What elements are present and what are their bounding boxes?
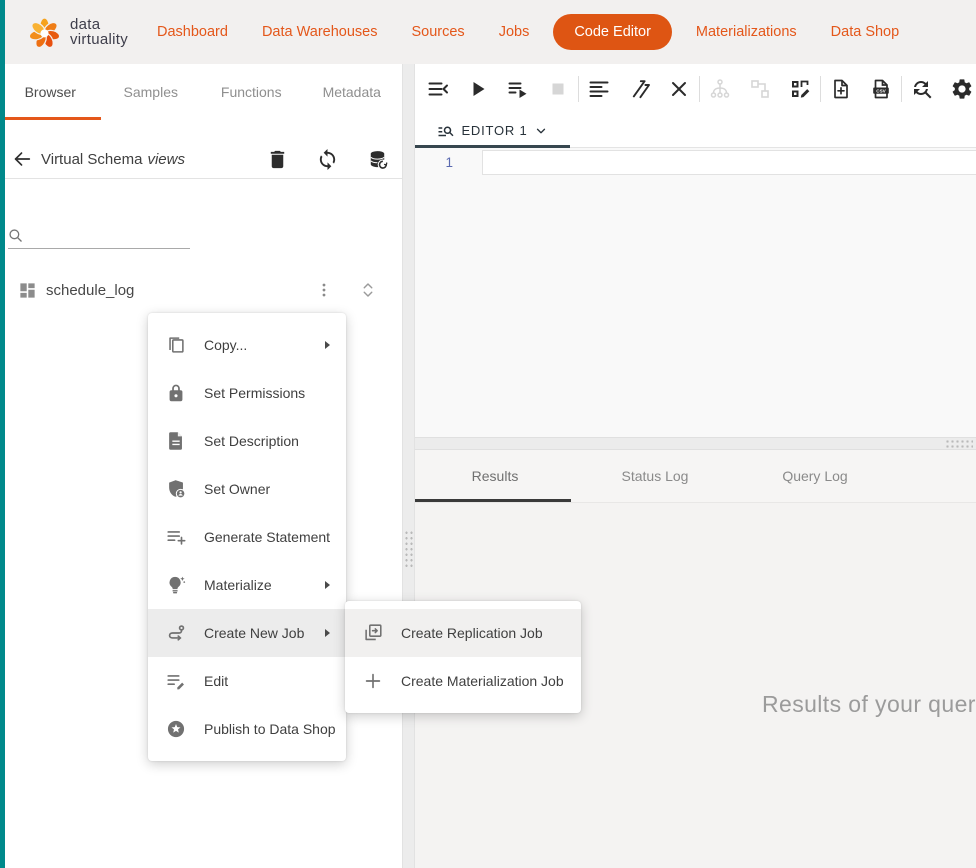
- shield-person-icon: [164, 477, 188, 501]
- nav-link-dashboard[interactable]: Dashboard: [140, 24, 245, 40]
- top-nav: data virtuality Dashboard Data Warehouse…: [0, 0, 976, 64]
- nav-link-data-warehouses[interactable]: Data Warehouses: [245, 24, 395, 40]
- toolbar-format-off[interactable]: [619, 69, 659, 109]
- tab-metadata[interactable]: Metadata: [302, 64, 403, 120]
- editor-tab-1[interactable]: EDITOR 1: [415, 114, 570, 147]
- action-database-refresh[interactable]: [366, 148, 389, 171]
- nav-link-sources[interactable]: Sources: [394, 24, 481, 40]
- tab-browser[interactable]: Browser: [0, 64, 101, 120]
- line-number: 1: [415, 155, 453, 170]
- toolbar-find-replace[interactable]: [902, 69, 942, 109]
- menu-item-create-materialization-job[interactable]: Create Materialization Job: [345, 657, 581, 705]
- nav-link-jobs[interactable]: Jobs: [482, 24, 547, 40]
- submenu-arrow-icon: [325, 341, 330, 349]
- schema-search: [8, 222, 190, 249]
- replication-icon: [361, 621, 385, 645]
- copy-icon: [164, 333, 188, 357]
- toolbar-export-csv[interactable]: CSV: [861, 69, 901, 109]
- results-empty-text: Results of your querie: [762, 691, 976, 718]
- menu-item-create-new-job[interactable]: Create New Job: [148, 609, 346, 657]
- tree-item-label: schedule_log: [46, 282, 134, 299]
- submenu-arrow-icon: [325, 581, 330, 589]
- toolbar-add-file[interactable]: [821, 69, 861, 109]
- tab-query-log[interactable]: Query Log: [735, 450, 895, 502]
- nav-link-data-shop[interactable]: Data Shop: [814, 24, 917, 40]
- more-vert-icon[interactable]: [312, 278, 336, 302]
- back-button[interactable]: [10, 147, 34, 171]
- edge-accent-strip: [0, 0, 5, 868]
- plus-icon: [361, 669, 385, 693]
- menu-item-publish-to-data-shop[interactable]: Publish to Data Shop: [148, 705, 346, 753]
- editor-tabrow: EDITOR 1: [415, 114, 976, 148]
- create-job-submenu: Create Replication Job Create Materializ…: [345, 601, 581, 713]
- horizontal-splitter-handle[interactable]: [945, 439, 973, 448]
- vertical-splitter-handle[interactable]: [404, 530, 413, 570]
- brand-logo[interactable]: data virtuality: [27, 14, 128, 51]
- toolbar-menu-open[interactable]: [418, 69, 458, 109]
- search-input[interactable]: [29, 227, 190, 244]
- playlist-edit-icon: [164, 669, 188, 693]
- menu-item-generate-statement[interactable]: Generate Statement: [148, 513, 346, 561]
- tab-samples[interactable]: Samples: [101, 64, 202, 120]
- menu-item-create-replication-job[interactable]: Create Replication Job: [345, 609, 581, 657]
- action-delete[interactable]: [266, 148, 289, 171]
- toolbar-format-align[interactable]: [579, 69, 619, 109]
- submenu-arrow-icon: [325, 629, 330, 637]
- editor-active-line[interactable]: [482, 150, 976, 175]
- editor-panel: CSV EDITOR 1 1 Results: [415, 64, 976, 868]
- left-panel-tabs: Browser Samples Functions Metadata: [0, 64, 402, 120]
- unfold-icon[interactable]: [356, 278, 380, 302]
- dv-flower-icon: [27, 14, 62, 51]
- lock-icon: [164, 381, 188, 405]
- views-grid-icon: [18, 281, 37, 300]
- action-refresh[interactable]: [316, 148, 339, 171]
- nav-link-materializations[interactable]: Materializations: [679, 24, 814, 40]
- playlist-add-icon: [164, 525, 188, 549]
- search-icon: [8, 228, 23, 243]
- menu-item-materialize[interactable]: Materialize: [148, 561, 346, 609]
- menu-item-edit[interactable]: Edit: [148, 657, 346, 705]
- toolbar-settings[interactable]: [942, 69, 976, 109]
- schema-title: Virtual Schemaviews: [41, 151, 185, 168]
- schema-actions: [266, 148, 402, 171]
- toolbar-run[interactable]: [458, 69, 498, 109]
- menu-item-set-permissions[interactable]: Set Permissions: [148, 369, 346, 417]
- menu-item-set-owner[interactable]: Set Owner: [148, 465, 346, 513]
- materialize-icon: [164, 573, 188, 597]
- toolbar-run-selection[interactable]: [498, 69, 538, 109]
- route-icon: [164, 621, 188, 645]
- code-editor-area[interactable]: 1: [415, 148, 976, 437]
- editor-tab-label: EDITOR 1: [461, 123, 527, 138]
- chevron-down-icon[interactable]: [534, 124, 548, 138]
- toolbar-query-plan[interactable]: [780, 69, 820, 109]
- app-window: data virtuality Dashboard Data Warehouse…: [0, 0, 976, 868]
- results-tabs: Results Status Log Query Log: [415, 450, 976, 503]
- menu-item-set-description[interactable]: Set Description: [148, 417, 346, 465]
- toolbar-clear[interactable]: [659, 69, 699, 109]
- editor-toolbar: CSV: [415, 64, 976, 114]
- menu-item-copy[interactable]: Copy...: [148, 321, 346, 369]
- horizontal-splitter[interactable]: [415, 437, 976, 450]
- context-menu: Copy... Set Permissions Set Description …: [148, 313, 346, 761]
- manage-search-icon: [437, 122, 455, 140]
- brand-text: data virtuality: [70, 17, 128, 47]
- tab-results[interactable]: Results: [415, 450, 575, 502]
- svg-text:CSV: CSV: [876, 88, 886, 93]
- tab-functions[interactable]: Functions: [201, 64, 302, 120]
- toolbar-dependency-graph: [700, 69, 740, 109]
- nav-links: Dashboard Data Warehouses Sources Jobs C…: [140, 14, 916, 50]
- toolbar-schema-view: [740, 69, 780, 109]
- star-circle-icon: [164, 717, 188, 741]
- description-icon: [164, 429, 188, 453]
- toolbar-stop: [538, 69, 578, 109]
- nav-link-code-editor[interactable]: Code Editor: [553, 14, 672, 50]
- tab-status-log[interactable]: Status Log: [575, 450, 735, 502]
- vertical-splitter[interactable]: [402, 64, 415, 868]
- tree-row-schedule-log[interactable]: schedule_log: [0, 275, 402, 305]
- tree-row-actions: [312, 278, 402, 302]
- schema-header: Virtual Schemaviews: [0, 140, 402, 179]
